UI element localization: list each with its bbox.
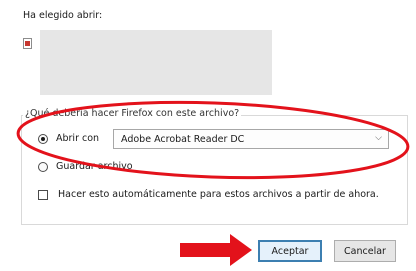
cancel-button[interactable]: Cancelar — [334, 240, 396, 262]
accept-button[interactable]: Aceptar — [258, 240, 322, 262]
chevron-down-icon: ⌵ — [375, 133, 382, 143]
file-name-redacted — [40, 30, 272, 95]
open-with-label: Abrir con — [56, 133, 100, 144]
save-file-radio[interactable] — [38, 162, 48, 172]
dialog-heading: Ha elegido abrir: — [23, 10, 103, 21]
remember-label: Hacer esto automáticamente para estos ar… — [58, 189, 379, 200]
pointer-arrow — [180, 234, 252, 266]
pdf-file-icon — [23, 38, 32, 49]
save-file-label: Guardar archivo — [56, 161, 133, 172]
open-with-radio[interactable] — [38, 134, 48, 144]
open-with-app-select[interactable]: Adobe Acrobat Reader DC ⌵ — [113, 129, 389, 149]
remember-checkbox[interactable] — [38, 190, 48, 200]
radio-selected-dot — [41, 137, 45, 141]
group-legend: ¿Qué debería hacer Firefox con este arch… — [23, 108, 242, 119]
selected-app: Adobe Acrobat Reader DC — [121, 134, 245, 145]
